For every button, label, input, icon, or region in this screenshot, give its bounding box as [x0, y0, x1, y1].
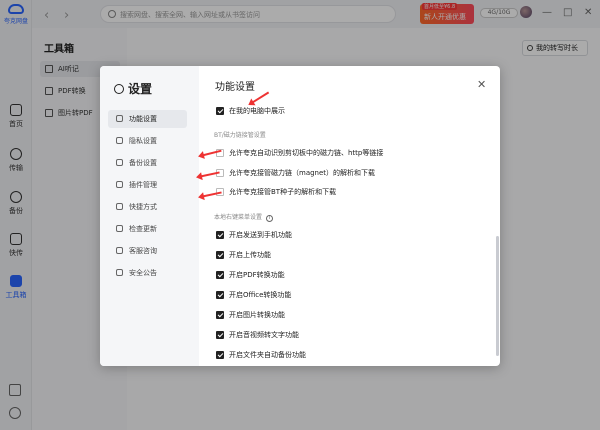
menu-label: 备份设置	[129, 159, 157, 167]
announcement-icon	[116, 269, 123, 276]
gear-icon	[114, 84, 124, 94]
option-ctx-4[interactable]: 开启图片转换功能	[216, 309, 285, 321]
option-ctx-0[interactable]: 开启发送到手机功能	[216, 229, 292, 241]
option-label: 开启图片转换功能	[229, 311, 285, 319]
menu-item-plugin[interactable]: 插件管理	[108, 176, 187, 194]
menu-item-privacy[interactable]: 隐私设置	[108, 132, 187, 150]
settings-panel: 功能设置 ✕ 在我的电脑中展示 BT/磁力链接管设置 允许夸克自动识别剪切板中的…	[199, 66, 500, 366]
option-label: 开启Office转换功能	[229, 291, 292, 299]
checkbox[interactable]	[216, 291, 224, 299]
checkbox[interactable]	[216, 311, 224, 319]
plugin-icon	[116, 181, 123, 188]
info-icon[interactable]: i	[266, 215, 274, 222]
panel-title: 功能设置	[215, 82, 255, 93]
option-bt-2[interactable]: 允许夸克接管BT种子的解析和下载	[216, 186, 336, 198]
option-ctx-5[interactable]: 开启音视频转文字功能	[216, 329, 299, 341]
menu-item-update[interactable]: 检查更新	[108, 220, 187, 238]
checkbox[interactable]	[216, 251, 224, 259]
section-context-label: 本地右键菜单设置	[214, 214, 263, 221]
shield-icon	[116, 137, 123, 144]
menu-label: 隐私设置	[129, 137, 157, 145]
option-label: 允许夸克接管磁力链（magnet）的解析和下载	[229, 169, 376, 177]
option-label: 允许夸克接管BT种子的解析和下载	[229, 188, 337, 196]
checkbox[interactable]	[216, 231, 224, 239]
menu-item-security[interactable]: 安全公告	[108, 264, 187, 282]
checkbox[interactable]	[216, 271, 224, 279]
option-bt-1[interactable]: 允许夸克接管磁力链（magnet）的解析和下载	[216, 167, 375, 179]
menu-item-backup[interactable]: 备份设置	[108, 154, 187, 172]
option-label: 开启PDF转换功能	[229, 271, 285, 279]
option-ctx-6[interactable]: 开启文件夹自动备份功能	[216, 349, 306, 361]
update-icon	[116, 225, 123, 232]
menu-label: 功能设置	[129, 115, 157, 123]
section-bt: BT/磁力链接管设置	[214, 132, 266, 139]
menu-label: 检查更新	[129, 225, 157, 233]
option-label: 开启上传功能	[229, 251, 271, 259]
checkbox[interactable]	[216, 107, 224, 115]
option-label: 开启文件夹自动备份功能	[229, 351, 306, 359]
menu-label: 快捷方式	[129, 203, 157, 211]
headset-icon	[116, 247, 123, 254]
section-context-menu: 本地右键菜单设置 i	[214, 212, 274, 222]
settings-title-text: 设置	[128, 82, 153, 96]
menu-label: 插件管理	[129, 181, 157, 189]
close-icon[interactable]: ✕	[477, 78, 486, 91]
shortcut-icon	[116, 203, 123, 210]
scrollbar[interactable]	[496, 236, 499, 356]
menu-label: 客服咨询	[129, 247, 157, 255]
option-label: 开启发送到手机功能	[229, 231, 292, 239]
function-icon	[116, 115, 123, 122]
option-bt-0[interactable]: 允许夸克自动识别剪切板中的磁力链、http等链接	[216, 147, 383, 159]
option-label: 允许夸克自动识别剪切板中的磁力链、http等链接	[229, 149, 384, 157]
option-label: 在我的电脑中展示	[229, 107, 285, 115]
menu-label: 安全公告	[129, 269, 157, 277]
menu-item-shortcut[interactable]: 快捷方式	[108, 198, 187, 216]
settings-dialog: 设置 功能设置 隐私设置 备份设置 插件管理 快捷方式 检查更新 客服咨询 安全…	[100, 66, 500, 366]
checkbox[interactable]	[216, 331, 224, 339]
option-ctx-3[interactable]: 开启Office转换功能	[216, 289, 291, 301]
option-ctx-2[interactable]: 开启PDF转换功能	[216, 269, 285, 281]
checkbox[interactable]	[216, 351, 224, 359]
option-label: 开启音视频转文字功能	[229, 331, 299, 339]
settings-menu: 设置 功能设置 隐私设置 备份设置 插件管理 快捷方式 检查更新 客服咨询 安全…	[100, 66, 199, 366]
menu-item-function[interactable]: 功能设置	[108, 110, 187, 128]
backup-icon	[116, 159, 123, 166]
menu-item-support[interactable]: 客服咨询	[108, 242, 187, 260]
settings-title: 设置	[114, 80, 152, 97]
option-ctx-1[interactable]: 开启上传功能	[216, 249, 271, 261]
